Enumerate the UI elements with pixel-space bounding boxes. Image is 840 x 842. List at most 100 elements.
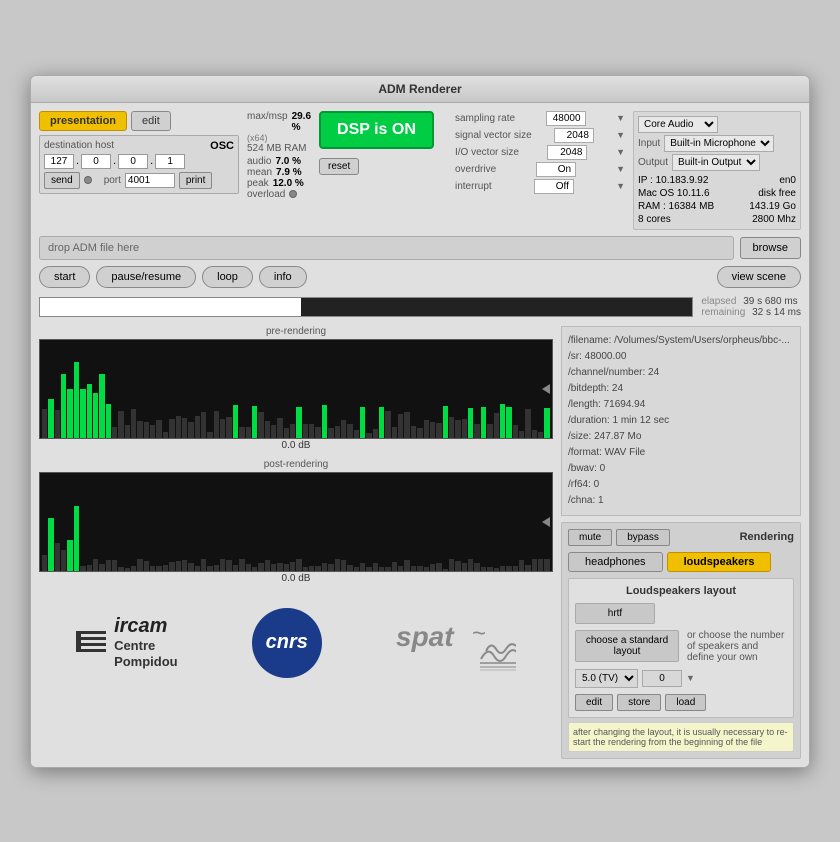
spectrum-bar [404,412,409,438]
spectrum-bar [436,563,441,571]
send-button[interactable]: send [44,172,80,189]
spectrum-bar [74,362,79,438]
spectrum-bar [373,563,378,570]
pre-rendering-title: pre-rendering [39,326,553,337]
spectrum-bar [112,560,117,570]
file-drop-area[interactable]: drop ADM file here [39,236,734,260]
spectrum-bar [195,416,200,438]
spectrum-bar [366,567,371,570]
spectrum-bar [284,428,289,437]
spectrum-bar [538,559,543,570]
mute-button[interactable]: mute [568,529,612,546]
hrtf-btn[interactable]: hrtf [575,603,655,624]
pre-db-label: 0.0 dB [39,440,553,451]
output-select[interactable]: Built-in Output [672,154,760,171]
host-input-3[interactable] [118,154,148,169]
spectrum-bar [398,414,403,438]
interrupt-val: Off [534,179,574,194]
spat-logo: spat ~ [396,611,516,674]
audio-label: audio [247,156,271,167]
ram-label: 524 MB RAM [247,143,311,154]
spectrum-bar [474,563,479,570]
elapsed-label: elapsed [701,296,736,307]
note-text: after changing the layout, it is usually… [568,722,794,752]
bypass-button[interactable]: bypass [616,529,670,546]
status-led [84,176,92,184]
loop-button[interactable]: loop [202,266,253,288]
spectrum-bar [519,560,524,570]
input-select[interactable]: Built-in Microphone [664,135,774,152]
spectrum-bar [156,420,161,437]
spectrum-bar [519,431,524,438]
pre-rendering-spectrum [39,339,553,439]
choose-layout-btn[interactable]: choose a standard layout [575,630,679,662]
info-button[interactable]: info [259,266,307,288]
spectrum-bar [328,428,333,438]
layout-select[interactable]: 5.0 (TV) [575,669,638,688]
pause-resume-button[interactable]: pause/resume [96,266,196,288]
tab-edit[interactable]: edit [131,111,171,131]
destination-host-label: destination host [44,140,114,151]
spectrum-bar [195,566,200,570]
host-input-2[interactable] [81,154,111,169]
spectrum-bar [360,563,365,571]
dsp-button[interactable]: DSP is ON [319,111,434,149]
spectrum-bar [239,559,244,571]
svg-text:spat: spat [396,621,455,652]
host-input-4[interactable] [155,154,185,169]
loudspeakers-tab[interactable]: loudspeakers [667,552,772,572]
spectrum-bar [93,559,98,570]
spectrum-bar [500,404,505,437]
spectrum-bar [424,420,429,438]
maxmsp-label: max/msp [247,111,288,122]
spectrum-bar [341,420,346,438]
spectrum-bar [487,424,492,438]
spectrum-bar [144,422,149,438]
spectrum-bar [354,567,359,570]
start-button[interactable]: start [39,266,90,288]
host-input-1[interactable] [44,154,74,169]
spectrum-bar [42,555,47,570]
spectrum-bar [379,407,384,438]
spectrum-bar [252,406,257,438]
interrupt-label: interrupt [455,181,492,192]
headphones-tab[interactable]: headphones [568,552,663,572]
spectrum-bar [214,565,219,570]
spectrum-bar [455,420,460,437]
spectrum-bar [309,566,314,570]
spectrum-bar [462,419,467,438]
port-input[interactable] [125,173,175,188]
spectrum-bar [99,374,104,438]
print-button[interactable]: print [179,172,212,189]
spectrum-bar [74,506,79,570]
spectrum-bar [201,412,206,438]
spectrum-bar [481,567,486,571]
edit-layout-button[interactable]: edit [575,694,613,711]
reset-button[interactable]: reset [319,158,359,175]
centre-text: Centre Pompidou [114,638,178,669]
peak-val: 12.0 % [273,178,304,189]
spectrum-bar [443,406,448,438]
spectrum-bar [449,559,454,570]
spectrum-bar [163,432,168,437]
spectrum-bar [201,559,206,571]
mean-val: 7.9 % [276,167,302,178]
load-layout-button[interactable]: load [665,694,706,711]
input-label: Input [638,138,660,149]
spectrum-bar [233,405,238,438]
audio-device-select[interactable]: Core Audio [638,116,718,133]
spectrum-bar [341,560,346,570]
spectrum-bar [417,428,422,438]
store-layout-button[interactable]: store [617,694,661,711]
num-speakers-input[interactable] [642,670,682,687]
adm-filename: /filename: /Volumes/System/Users/orpheus… [568,333,794,349]
spectrum-bar [455,561,460,570]
spectrum-bar [322,405,327,438]
tab-presentation[interactable]: presentation [39,111,127,131]
view-scene-button[interactable]: view scene [717,266,801,288]
x64-label: (x64) [247,133,311,143]
spectrum-bar [61,374,66,437]
browse-button[interactable]: browse [740,237,801,259]
or-text: or choose the number of speakers and def… [687,630,787,663]
spectrum-bar [309,424,314,438]
